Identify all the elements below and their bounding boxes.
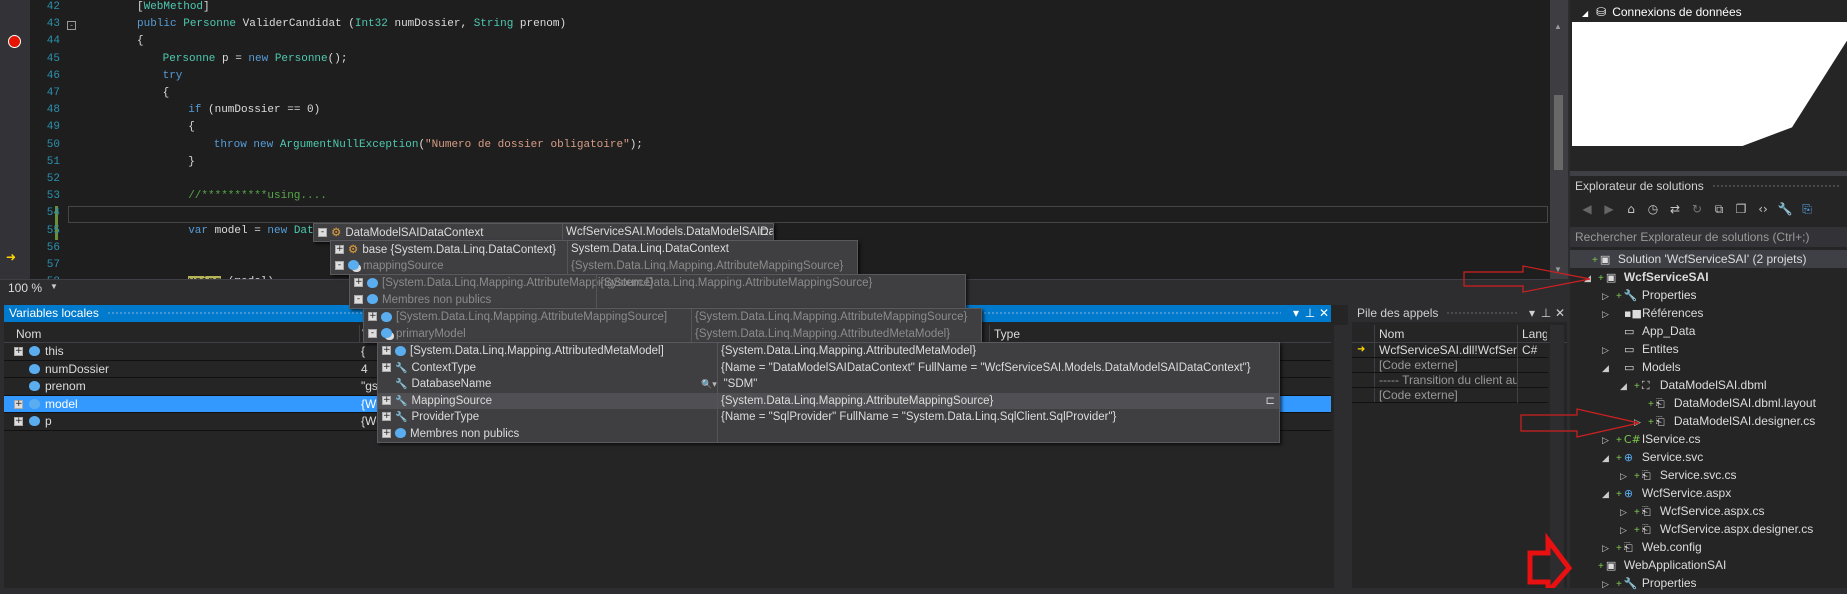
red-arrow-annotation <box>1527 532 1573 588</box>
annotation-overlay <box>1463 265 1640 588</box>
red-arrow-annotation <box>1463 265 1591 293</box>
red-arrow-annotation <box>1520 408 1640 438</box>
